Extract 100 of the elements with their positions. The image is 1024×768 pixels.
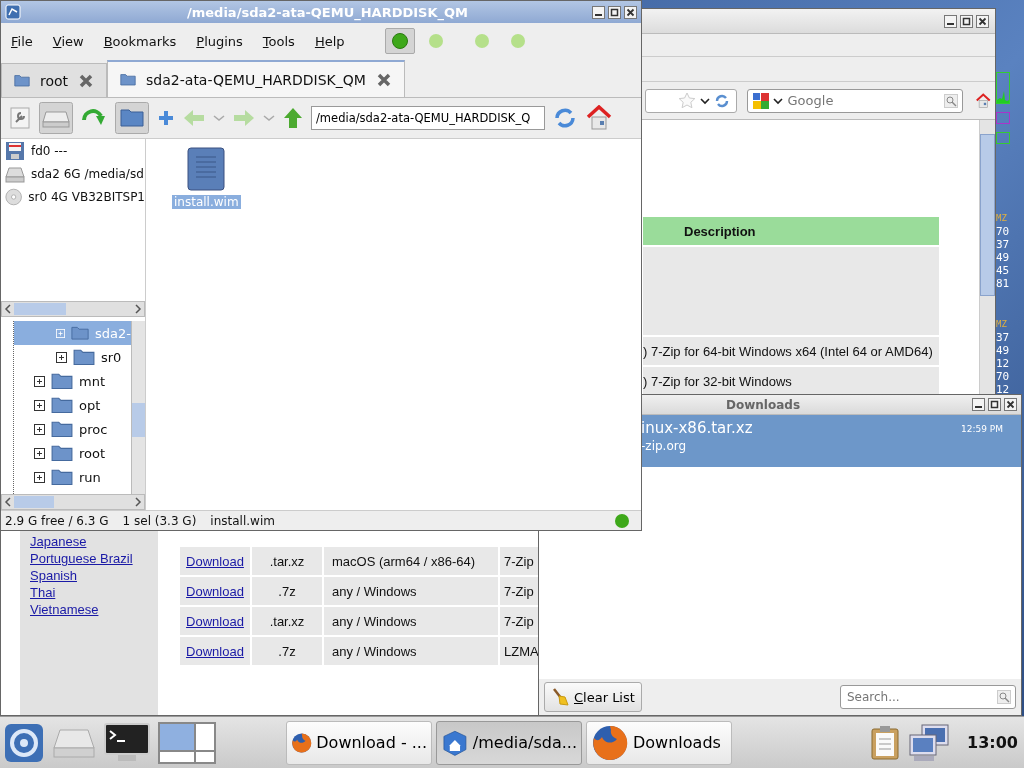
menu-item[interactable]: Tools (262, 33, 295, 49)
up-arrow-icon[interactable] (283, 107, 303, 129)
drive-icon[interactable] (39, 102, 73, 134)
download-link[interactable]: Download (180, 547, 250, 575)
language-link[interactable]: Spanish (30, 567, 77, 584)
taskbar-button[interactable]: Downloads (586, 720, 732, 765)
drive-icon (5, 165, 25, 183)
table-cell: .7z (252, 637, 322, 665)
scrollbar[interactable] (1, 301, 145, 317)
table-cell: .7z (252, 577, 322, 605)
swap-graph-drawing (996, 132, 1010, 144)
language-link[interactable]: Thai (30, 584, 56, 601)
workspace[interactable] (195, 722, 215, 751)
conky-value: 70 (996, 370, 1010, 383)
workspace-pager[interactable] (158, 721, 216, 764)
taskbar-button[interactable]: /media/sda... (436, 720, 582, 765)
scrollbar[interactable] (979, 120, 995, 394)
terminal-icon[interactable] (104, 722, 150, 763)
language-link[interactable]: Portuguese Brazil (30, 550, 133, 567)
expand-icon[interactable] (56, 351, 67, 363)
table-cell: ) 7-Zip for 64-bit Windows x64 (Intel 64 or AMD64) (643, 337, 939, 365)
clear-list-button[interactable]: Clear List (544, 682, 642, 712)
table-cell: ) 7-Zip for 32-bit Windows (643, 367, 939, 395)
menu-item[interactable]: File (11, 33, 33, 49)
chevron-left-icon[interactable] (2, 496, 14, 508)
clipboard-icon[interactable] (870, 724, 900, 761)
search-engine-icon[interactable] (751, 91, 770, 110)
maximize-icon[interactable] (988, 398, 1001, 411)
expand-icon[interactable] (34, 447, 45, 459)
search-icon[interactable] (943, 93, 958, 108)
search-field[interactable]: Search... (840, 685, 1016, 709)
table-cell: 7-Zip (500, 577, 538, 605)
download-link[interactable]: Download (180, 637, 250, 665)
minimize-icon[interactable] (944, 14, 957, 28)
maximize-icon[interactable] (608, 5, 621, 19)
language-link[interactable]: Vietnamese (30, 601, 99, 618)
device-item[interactable]: sr0 4G VB32BITSP1 (1, 187, 145, 207)
folder-icon[interactable] (115, 102, 149, 134)
tree-item[interactable]: run (26, 465, 131, 489)
close-icon[interactable] (976, 14, 989, 28)
minimize-icon[interactable] (592, 5, 605, 19)
minimize-icon[interactable] (972, 398, 985, 411)
tree-item[interactable]: proc (26, 417, 131, 441)
chevron-down-icon[interactable] (772, 96, 783, 105)
download-link[interactable]: Download (180, 607, 250, 635)
url-field[interactable] (645, 88, 737, 113)
tab[interactable]: root (1, 63, 108, 97)
menu-item[interactable]: Bookmarks (103, 33, 177, 49)
maximize-icon[interactable] (960, 14, 973, 28)
path-field[interactable]: /media/sda2-ata-QEMU_HARDDISK_Q (311, 106, 545, 130)
workspace[interactable] (159, 750, 195, 763)
taskbar-button[interactable]: Download - ... (286, 720, 432, 765)
device-item[interactable]: sda2 6G /media/sd (1, 165, 145, 183)
plus-icon[interactable] (157, 109, 175, 127)
status-text: install.wim (210, 513, 275, 528)
star-icon[interactable] (677, 91, 696, 110)
tree-item[interactable]: root (26, 441, 131, 465)
wrench-icon[interactable] (9, 106, 31, 130)
search-input[interactable]: Google (785, 92, 941, 109)
menu-item[interactable]: Plugins (196, 33, 243, 49)
view-toggle-button[interactable] (384, 28, 415, 54)
search-field[interactable]: Google (746, 88, 963, 113)
scrollbar[interactable] (131, 321, 145, 494)
tab[interactable]: sda2-ata-QEMU_HARDDISK_QM (107, 60, 405, 97)
chevron-right-icon[interactable] (132, 496, 144, 508)
broom-icon (551, 687, 571, 707)
search-icon[interactable] (997, 690, 1011, 704)
close-icon[interactable] (1004, 398, 1017, 411)
network-icon[interactable] (908, 722, 952, 763)
expand-icon[interactable] (34, 423, 45, 435)
scrollbar[interactable] (1, 494, 145, 510)
expand-icon[interactable] (34, 399, 45, 411)
table-cell: any / Windows (324, 637, 498, 665)
start-menu-icon[interactable] (4, 722, 44, 763)
conky-label: MZ (996, 212, 1008, 225)
language-link[interactable]: Japanese (30, 533, 87, 550)
refresh-icon[interactable] (553, 106, 577, 130)
workspace[interactable] (195, 750, 215, 763)
document-icon (187, 147, 226, 191)
expand-icon[interactable] (34, 375, 45, 387)
tree-item[interactable]: sr0 (48, 345, 131, 369)
tree-item[interactable]: mnt (26, 369, 131, 393)
chevron-right-icon[interactable] (132, 303, 144, 315)
close-icon[interactable] (624, 5, 637, 19)
menu-item[interactable]: View (52, 33, 84, 49)
device-item[interactable]: fd0 --- (1, 141, 145, 161)
chevron-down-icon[interactable] (699, 96, 710, 105)
table-cell: any / Windows (324, 607, 498, 635)
table-cell: 7-Zip (500, 607, 538, 635)
table-cell: .tar.xz (252, 607, 322, 635)
close-icon[interactable] (375, 71, 392, 88)
chevron-left-icon[interactable] (2, 303, 14, 315)
status-text: 2.9 G free / 6.3 G (5, 513, 109, 528)
tree-item[interactable]: opt (26, 393, 131, 417)
folder-icon (51, 444, 73, 462)
download-link[interactable]: Download (180, 577, 250, 605)
search-input[interactable]: Search... (845, 689, 997, 705)
menu-item[interactable]: Help (314, 33, 345, 49)
expand-icon[interactable] (34, 471, 45, 483)
home-icon[interactable] (585, 105, 613, 131)
